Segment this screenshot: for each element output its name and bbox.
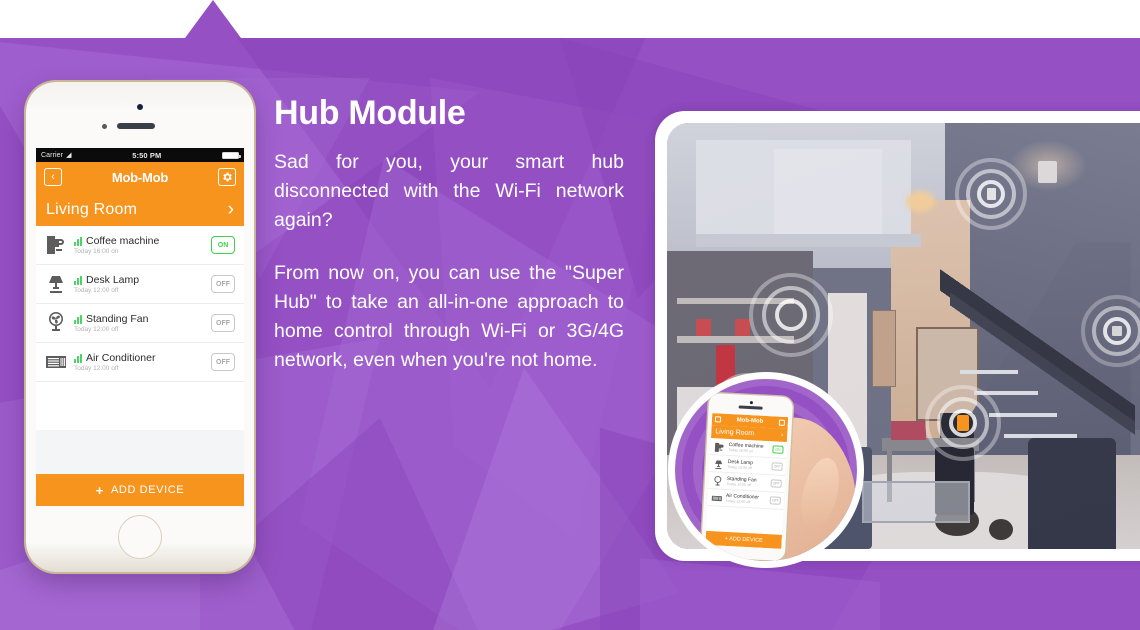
standing-fan-icon	[711, 474, 724, 487]
status-time: 5:50 PM	[132, 150, 162, 160]
back-button[interactable]: ‹	[44, 168, 62, 186]
mini-device-status: Today 12:00 off	[726, 481, 752, 488]
mini-device-toggle[interactable]: ON	[772, 445, 784, 454]
standing-fan-icon	[43, 310, 69, 336]
mini-device-name: Air Conditioner Today 12:00 off	[726, 493, 767, 505]
device-list: Coffee machine Today 16:00 on ON Desk La…	[36, 226, 244, 430]
phone-speaker-icon	[117, 123, 155, 129]
phone-screen: Carrier ◢ 5:50 PM ‹ Mob-Mob Living Room …	[36, 148, 244, 506]
app-title: Mob-Mob	[111, 169, 169, 185]
plus-icon: +	[95, 482, 104, 498]
mini-phone-screen: Mob-Mob Living Room › Coffee machine Tod…	[705, 413, 789, 549]
signal-marker-stairwall[interactable]	[955, 158, 1027, 230]
home-button[interactable]	[118, 515, 162, 559]
desk-lamp-icon	[712, 457, 725, 470]
air-conditioner-icon	[711, 491, 724, 504]
signal-marker-lowermid[interactable]	[925, 385, 1001, 461]
chevron-right-icon: ›	[780, 431, 784, 439]
battery-icon	[222, 151, 241, 159]
desk-lamp-icon	[43, 271, 69, 297]
mini-room-name: Living Room	[715, 428, 755, 438]
mini-device-name: Desk Lamp Today 12:00 off	[727, 459, 768, 471]
mini-camera-icon	[749, 401, 753, 405]
device-name: Desk Lamp	[86, 274, 140, 286]
page-title: Hub Module	[274, 94, 466, 132]
device-toggle[interactable]: OFF	[211, 314, 235, 332]
mini-back-icon[interactable]	[714, 416, 722, 423]
carrier-label: Carrier	[41, 151, 64, 159]
settings-button[interactable]	[218, 168, 236, 186]
background-peak-triangle	[185, 0, 241, 38]
app-navbar: ‹ Mob-Mob	[36, 162, 244, 192]
inset-circle: Mob-Mob Living Room › Coffee machine Tod…	[675, 379, 857, 561]
device-name: Air Conditioner	[86, 352, 156, 364]
device-info: Air Conditioner Today 12:00 off	[69, 352, 211, 372]
device-toggle[interactable]: OFF	[211, 275, 235, 293]
table-row[interactable]: Standing Fan Today 12:00 off OFF	[36, 304, 244, 343]
device-info: Desk Lamp Today 12:00 off	[69, 274, 211, 294]
signal-bars-icon	[74, 275, 82, 285]
text-column: Hub Module Sad for you, your smart hub d…	[274, 94, 624, 374]
paragraph-2: From now on, you can use the "Super Hub"…	[274, 261, 624, 371]
table-row[interactable]: Air Conditioner Today 12:00 off OFF	[36, 343, 244, 382]
list-item[interactable]: Air Conditioner Today 12:00 off OFF	[707, 488, 785, 510]
device-status: Today 12:00 off	[74, 365, 119, 372]
coffee-machine-icon	[713, 440, 726, 453]
mini-device-status: Today 12:00 off	[725, 498, 751, 505]
inset-phone-in-hand: Mob-Mob Living Room › Coffee machine Tod…	[668, 372, 864, 568]
chevron-right-icon: ›	[227, 199, 234, 220]
mini-device-toggle[interactable]: OFF	[769, 496, 782, 505]
device-name: Coffee machine	[86, 235, 160, 247]
mini-add-device-button[interactable]: + ADD DEVICE	[705, 530, 783, 549]
add-device-button[interactable]: + ADD DEVICE	[36, 474, 244, 506]
slide-root: Carrier ◢ 5:50 PM ‹ Mob-Mob Living Room …	[0, 0, 1140, 630]
signal-marker-ceiling[interactable]	[749, 273, 833, 357]
phone-camera-icon	[137, 104, 143, 110]
mini-phone-mockup: Mob-Mob Living Room › Coffee machine Tod…	[700, 392, 794, 561]
mini-device-toggle[interactable]: OFF	[771, 462, 783, 471]
device-toggle[interactable]: OFF	[211, 353, 235, 371]
status-carrier: Carrier ◢	[41, 151, 72, 160]
phone-sensor-icon	[102, 124, 107, 129]
mini-device-status: Today 12:00 off	[727, 464, 753, 471]
mini-speaker-icon	[738, 405, 763, 410]
room-name: Living Room	[46, 200, 138, 218]
device-toggle[interactable]: ON	[211, 236, 235, 254]
room-selector[interactable]: Living Room ›	[36, 192, 244, 226]
gear-icon	[223, 172, 232, 182]
table-row[interactable]: Desk Lamp Today 12:00 off OFF	[36, 265, 244, 304]
device-status: Today 12:00 off	[74, 287, 119, 294]
mini-gear-icon[interactable]	[778, 419, 786, 426]
coffee-machine-icon	[43, 232, 69, 258]
signal-bars-icon	[74, 353, 82, 363]
device-name: Standing Fan	[86, 313, 149, 325]
mini-device-name: Standing Fan Today 12:00 off	[727, 476, 768, 488]
device-info: Standing Fan Today 12:00 off	[69, 313, 211, 333]
signal-bars-icon	[74, 314, 82, 324]
signal-bars-icon	[74, 236, 82, 246]
list-empty-space	[36, 382, 244, 430]
device-status: Today 16:00 on	[74, 248, 119, 255]
mini-device-toggle[interactable]: OFF	[770, 479, 782, 488]
chevron-left-icon: ‹	[51, 171, 55, 183]
table-row[interactable]: Coffee machine Today 16:00 on ON	[36, 226, 244, 265]
paragraph-1: Sad for you, your smart hub disconnected…	[274, 151, 624, 232]
add-device-label: ADD DEVICE	[110, 484, 185, 496]
device-status: Today 12:00 off	[74, 326, 119, 333]
air-conditioner-icon	[43, 349, 69, 375]
device-info: Coffee machine Today 16:00 on	[69, 235, 211, 255]
mini-device-name: Coffee machine Today 16:00 on	[728, 442, 769, 454]
mini-app-title: Mob-Mob	[736, 417, 764, 425]
status-bar: Carrier ◢ 5:50 PM	[36, 148, 244, 162]
phone-mockup: Carrier ◢ 5:50 PM ‹ Mob-Mob Living Room …	[26, 82, 254, 572]
